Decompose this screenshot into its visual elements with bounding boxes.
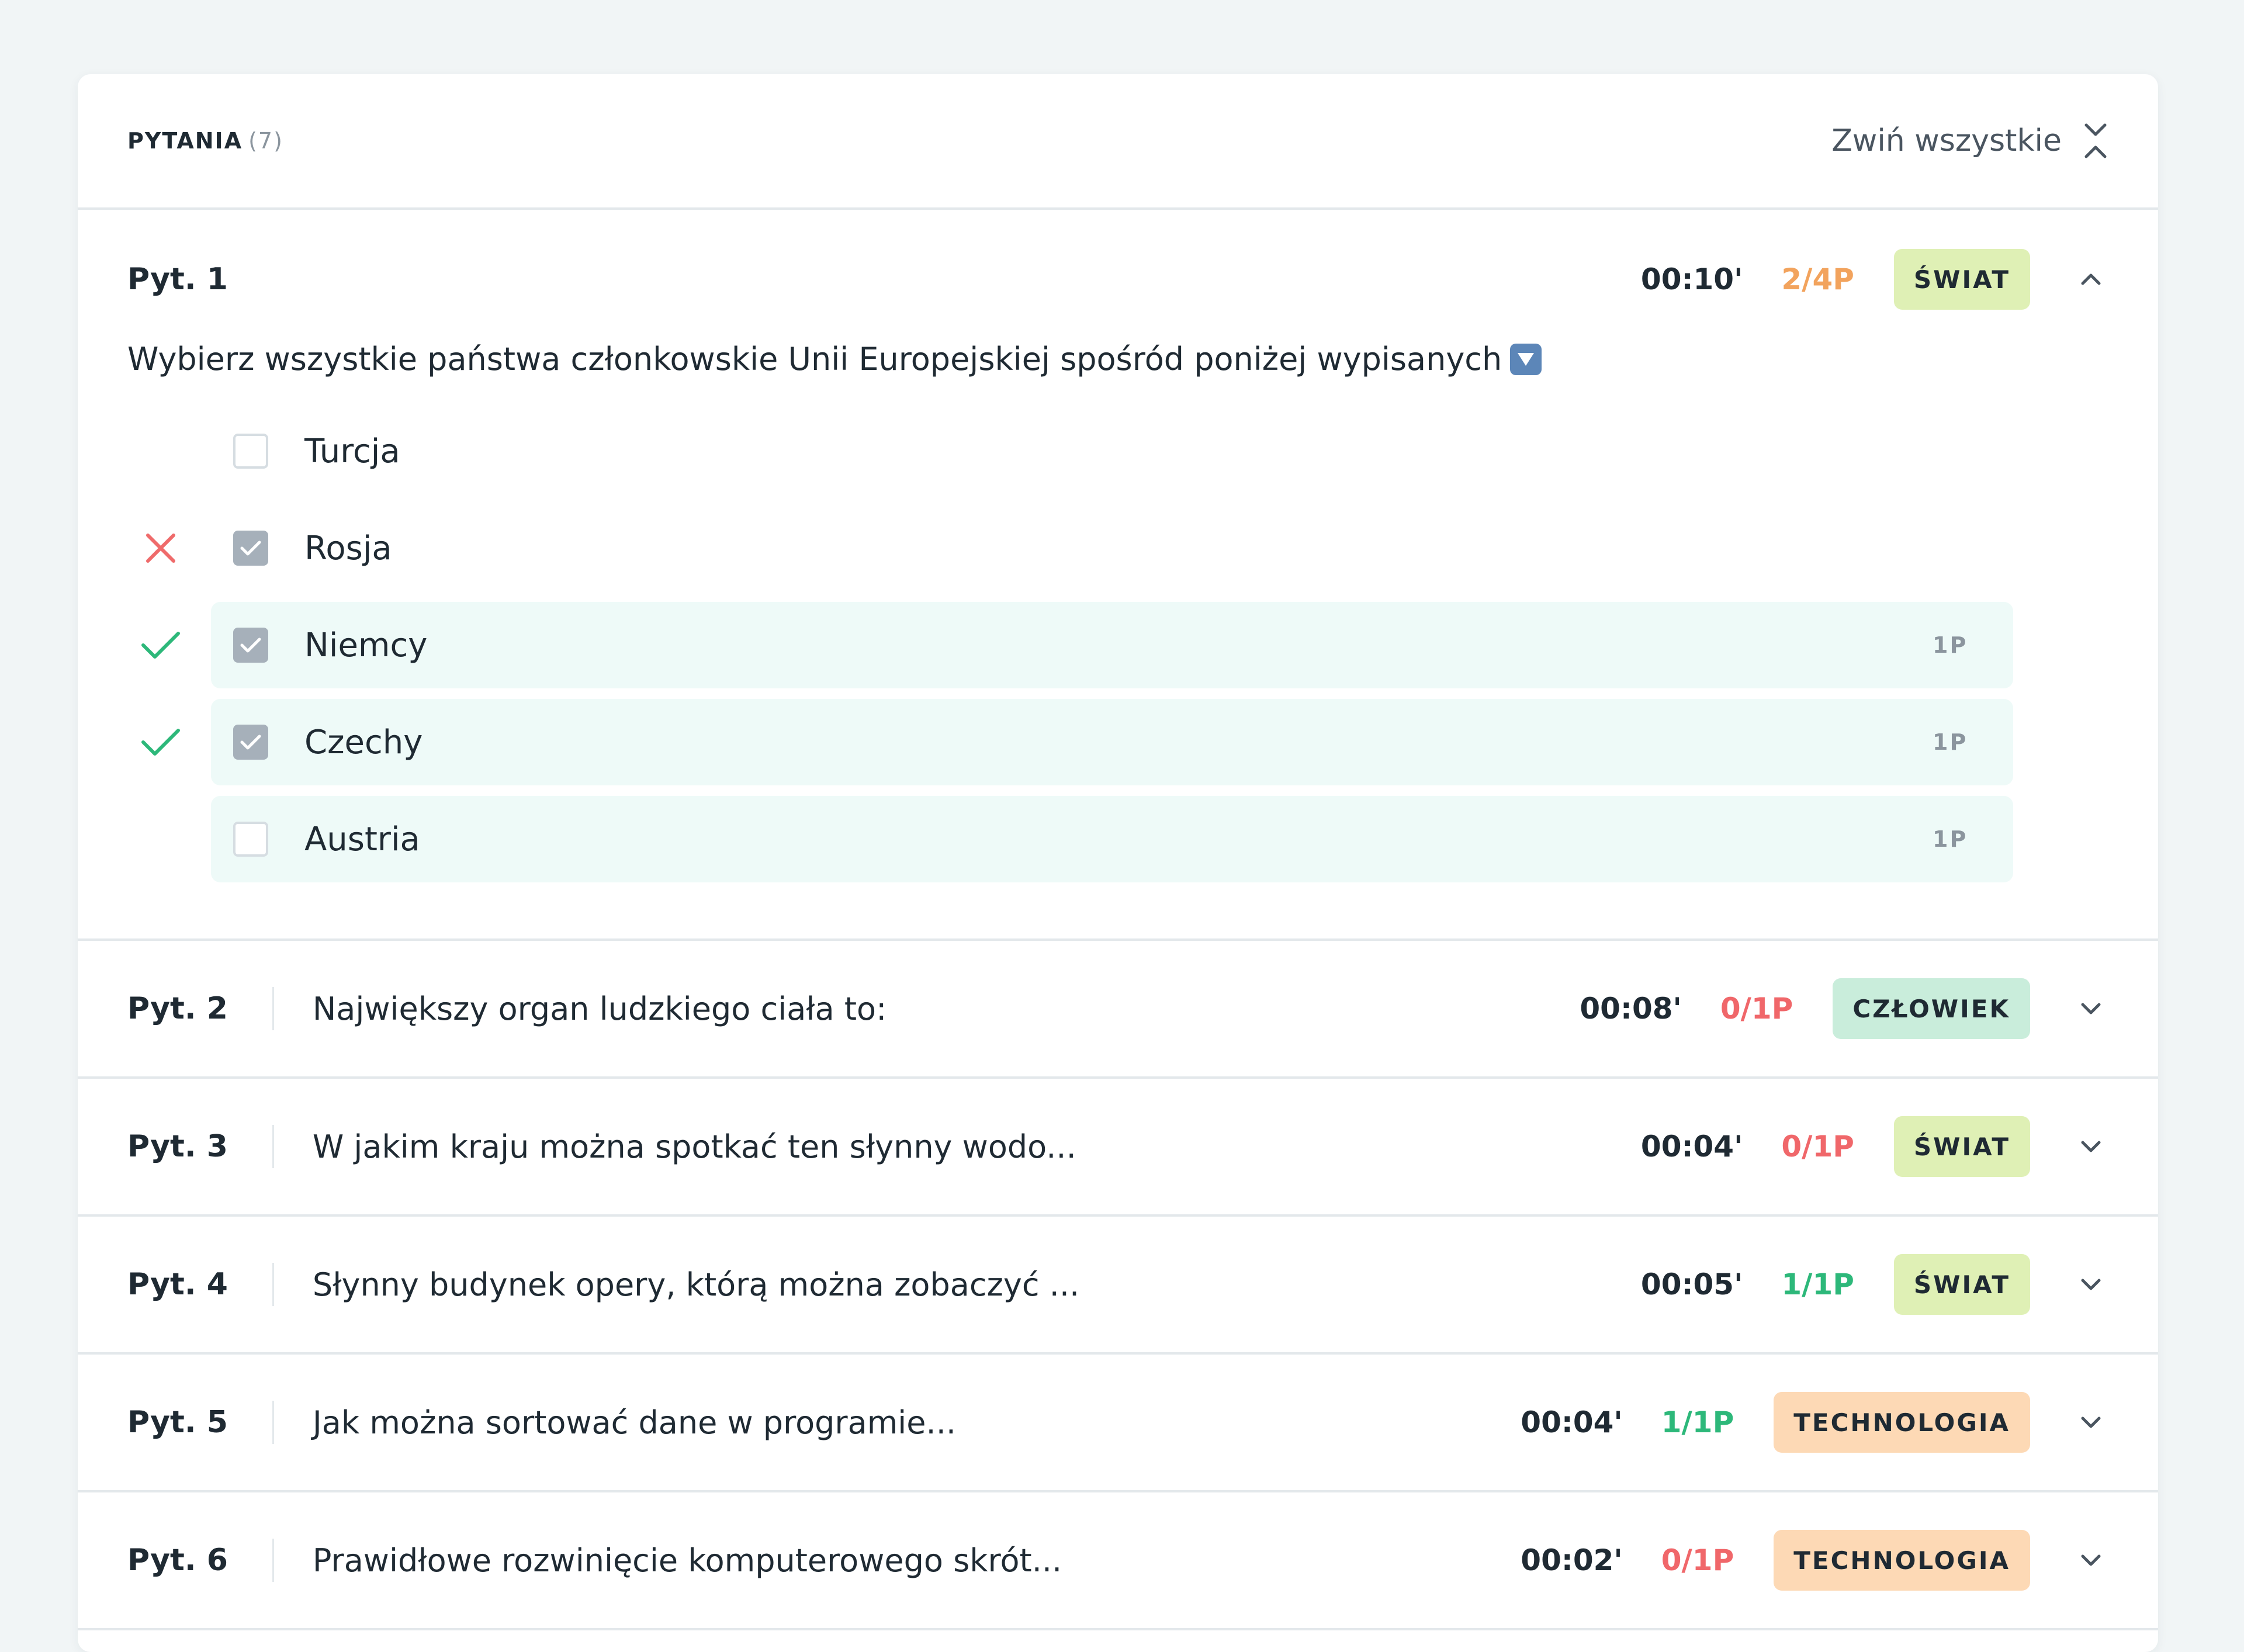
question-text-label: Wybierz wszystkie państwa członkowskie U… [127, 341, 1502, 377]
divider [272, 987, 274, 1030]
question-text: Wybierz wszystkie państwa członkowskie U… [78, 341, 2158, 377]
chevron-down-icon[interactable] [2073, 1002, 2108, 1015]
chevron-down-icon[interactable] [2073, 1140, 2108, 1153]
correct-answer-highlight [211, 796, 2013, 882]
question-number: Pyt. 5 [127, 1405, 228, 1440]
question-number: Pyt. 3 [127, 1129, 228, 1164]
question-score: 1/1P [1661, 1405, 1734, 1439]
category-badge: ŚWIAT [1893, 249, 2030, 310]
answer-checkbox[interactable] [233, 822, 268, 857]
answer-option: Austria 1P [78, 796, 2158, 882]
divider [272, 1401, 274, 1444]
down-arrow-emoji-icon [1510, 343, 1542, 375]
correct-answer-highlight [211, 699, 2013, 785]
question-header[interactable]: Pyt. 2 Największy organ ludzkiego ciała t… [78, 941, 2158, 1076]
question-1: Pyt. 1 00:10' 2/4P ŚWIAT Wybierz wszystk… [78, 210, 2158, 941]
question-score: 0/1P [1661, 1543, 1734, 1577]
correct-check-icon [136, 718, 185, 767]
divider [272, 1539, 274, 1582]
question-4: Pyt. 4 Słynny budynek opery, którą można … [78, 1217, 2158, 1355]
chevron-down-icon[interactable] [2073, 1278, 2108, 1291]
answer-points: 1P [1933, 729, 1968, 755]
chevron-down-icon[interactable] [2073, 1416, 2108, 1429]
divider [272, 1125, 274, 1168]
collapse-all-label: Zwiń wszystkie [1831, 123, 2062, 158]
question-header[interactable]: Pyt. 5 Jak można sortować dane w programi… [78, 1355, 2158, 1490]
answer-checkbox-checked[interactable] [233, 628, 268, 663]
answer-points: 1P [1933, 826, 1968, 852]
answer-option: Czechy 1P [78, 699, 2158, 785]
question-header[interactable]: Pyt. 4 Słynny budynek opery, którą można … [78, 1217, 2158, 1352]
answer-points: 1P [1933, 632, 1968, 658]
wrong-cross-icon [136, 524, 185, 573]
question-header[interactable]: Pyt. 3 W jakim kraju można spotkać ten sł… [78, 1079, 2158, 1214]
question-time: 00:08' [1580, 992, 1682, 1026]
answer-label: Rosja [304, 529, 392, 567]
category-badge: TECHNOLOGIA [1774, 1392, 2030, 1453]
question-6: Pyt. 6 Prawidłowe rozwinięcie komputerowe… [78, 1492, 2158, 1630]
collapse-all-button[interactable]: Zwiń wszystkie [1831, 122, 2108, 160]
question-number: Pyt. 4 [127, 1267, 228, 1302]
question-text: Największy organ ludzkiego ciała to: [312, 990, 887, 1027]
category-badge: ŚWIAT [1893, 1116, 2030, 1177]
question-3: Pyt. 3 W jakim kraju można spotkać ten sł… [78, 1079, 2158, 1217]
question-header[interactable]: Pyt. 6 Prawidłowe rozwinięcie komputerowe… [78, 1492, 2158, 1628]
answer-checkbox-checked[interactable] [233, 725, 268, 760]
answer-option: Rosja [78, 505, 2158, 591]
correct-check-icon [136, 621, 185, 670]
question-time: 00:04' [1640, 1130, 1743, 1163]
questions-card: PYTANIA (7) Zwiń wszystkie Pyt. 1 00:10' … [78, 74, 2158, 1652]
question-number: Pyt. 6 [127, 1543, 228, 1578]
question-1-header[interactable]: Pyt. 1 00:10' 2/4P ŚWIAT [78, 210, 2158, 349]
question-text: Prawidłowe rozwinięcie komputerowego skr… [312, 1542, 1062, 1579]
divider [272, 1263, 274, 1306]
answer-option: Niemcy 1P [78, 602, 2158, 688]
section-title-label: PYTANIA [127, 128, 243, 154]
question-score: 1/1P [1781, 1267, 1854, 1301]
question-time: 00:10' [1640, 262, 1743, 296]
chevron-down-icon[interactable] [2073, 1554, 2108, 1567]
answer-option: Turcja [78, 408, 2158, 494]
question-text: Słynny budynek opery, którą można zobacz… [312, 1266, 1080, 1303]
question-2: Pyt. 2 Największy organ ludzkiego ciała t… [78, 941, 2158, 1079]
correct-answer-highlight [211, 602, 2013, 688]
category-badge: ŚWIAT [1893, 1254, 2030, 1315]
question-score: 0/1P [1781, 1130, 1854, 1163]
question-score: 2/4P [1781, 262, 1854, 296]
question-time: 00:05' [1640, 1267, 1743, 1301]
answer-checkbox-checked[interactable] [233, 531, 268, 566]
question-count: (7) [248, 128, 283, 154]
collapse-all-icon [2083, 122, 2108, 160]
question-number: Pyt. 2 [127, 991, 228, 1026]
question-number: Pyt. 1 [127, 262, 228, 297]
question-time: 00:04' [1521, 1405, 1623, 1439]
section-title: PYTANIA (7) [127, 128, 283, 154]
question-score: 0/1P [1720, 992, 1793, 1026]
answer-label: Turcja [304, 432, 400, 470]
question-time: 00:02' [1521, 1543, 1623, 1577]
answer-label: Niemcy [304, 626, 428, 664]
question-text: Jak można sortować dane w programie... [312, 1404, 957, 1441]
category-badge: CZŁOWIEK [1833, 978, 2030, 1039]
answer-label: Czechy [304, 723, 423, 761]
category-badge: TECHNOLOGIA [1774, 1530, 2030, 1591]
answer-list: Turcja Rosja Niemcy 1P Czechy 1P Austria 1P [78, 408, 2158, 882]
question-text: W jakim kraju można spotkać ten słynny w… [312, 1128, 1076, 1165]
answer-label: Austria [304, 820, 420, 858]
question-5: Pyt. 5 Jak można sortować dane w programi… [78, 1355, 2158, 1492]
card-header: PYTANIA (7) Zwiń wszystkie [78, 74, 2158, 210]
answer-checkbox[interactable] [233, 434, 268, 469]
chevron-up-icon[interactable] [2073, 273, 2108, 286]
